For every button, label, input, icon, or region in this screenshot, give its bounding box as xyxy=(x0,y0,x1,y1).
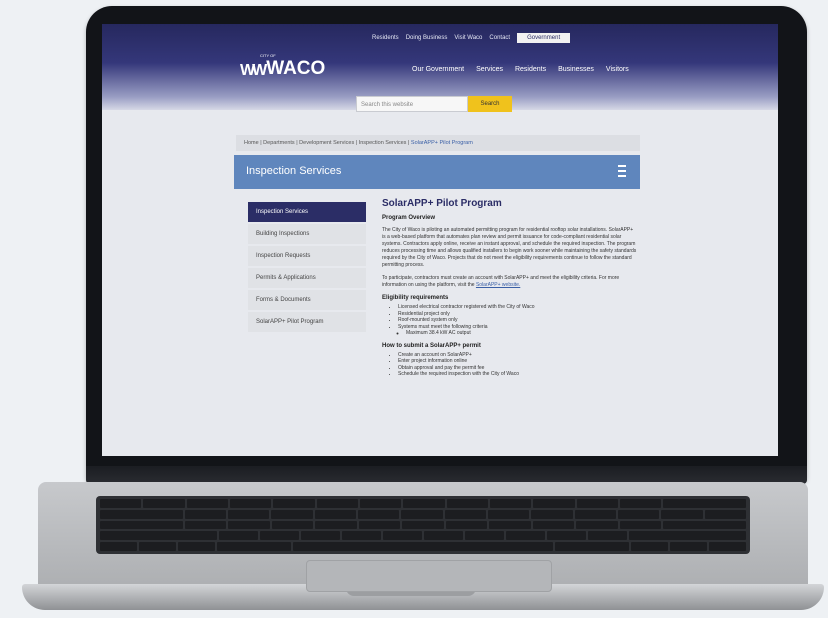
page-title: SolarAPP+ Pilot Program xyxy=(382,198,502,209)
list-item: Schedule the required inspection with th… xyxy=(398,371,638,378)
breadcrumb-item[interactable]: Departments xyxy=(263,140,295,146)
utility-nav: Residents Doing Business Visit Waco Cont… xyxy=(372,33,571,43)
sidebar: Inspection Services Building Inspections… xyxy=(248,202,366,334)
utility-link[interactable]: Doing Business xyxy=(406,35,448,41)
keyboard xyxy=(96,496,750,554)
sidebar-item-solarapp[interactable]: SolarAPP+ Pilot Program xyxy=(248,312,366,332)
laptop-screen: Residents Doing Business Visit Waco Cont… xyxy=(102,24,778,456)
breadcrumb: Home | Departments | Development Service… xyxy=(236,135,640,151)
search-button[interactable]: Search xyxy=(468,96,512,112)
section-title: Inspection Services xyxy=(246,165,342,177)
sidebar-item-inspection-services[interactable]: Inspection Services xyxy=(248,202,366,222)
breadcrumb-item[interactable]: Development Services xyxy=(299,140,354,146)
sidebar-item-building-inspections[interactable]: Building Inspections xyxy=(248,224,366,244)
page-subtitle: Program Overview xyxy=(382,215,436,221)
steps-heading: How to submit a SolarAPP+ permit xyxy=(382,342,481,349)
utility-link[interactable]: Visit Waco xyxy=(454,35,482,41)
trackpad[interactable] xyxy=(306,560,552,592)
main-content: SolarAPP+ Pilot Program Program Overview… xyxy=(382,198,638,382)
sidebar-item-forms[interactable]: Forms & Documents xyxy=(248,290,366,310)
city-logo[interactable]: WW CITY OF WACO xyxy=(240,53,326,80)
nav-item[interactable]: Our Government xyxy=(412,66,464,73)
government-button[interactable]: Government xyxy=(517,33,571,43)
w-mark-icon: WW xyxy=(240,62,267,79)
breadcrumb-current: SolarAPP+ Pilot Program xyxy=(410,140,473,146)
nav-item[interactable]: Businesses xyxy=(558,66,594,73)
logo-text: WACO xyxy=(266,58,326,79)
list-subitem: Maximum 38.4 kW AC output xyxy=(406,330,638,337)
nav-item[interactable]: Services xyxy=(476,66,503,73)
nav-item[interactable]: Visitors xyxy=(606,66,629,73)
intro-paragraph: The City of Waco is piloting an automate… xyxy=(382,227,637,268)
eligibility-heading: Eligibility requirements xyxy=(382,295,449,301)
menu-icon[interactable] xyxy=(618,165,626,177)
utility-link[interactable]: Contact xyxy=(489,35,510,41)
breadcrumb-item[interactable]: Inspection Services xyxy=(359,140,407,146)
search-bar: Search this website Search xyxy=(356,96,512,112)
logo-city-of: CITY OF xyxy=(260,53,276,58)
solarapp-link[interactable]: SolarAPP+ website. xyxy=(476,282,520,288)
nav-item[interactable]: Residents xyxy=(515,66,546,73)
participation-paragraph: To participate, contractors must create … xyxy=(382,275,638,289)
breadcrumb-item[interactable]: Home xyxy=(244,140,259,146)
steps-list: Create an account on SolarAPP+ Enter pro… xyxy=(382,352,638,378)
eligibility-list: Licensed electrical contractor registere… xyxy=(382,304,638,337)
sidebar-item-permits[interactable]: Permits & Applications xyxy=(248,268,366,288)
utility-link[interactable]: Residents xyxy=(372,35,399,41)
sidebar-item-inspection-requests[interactable]: Inspection Requests xyxy=(248,246,366,266)
main-nav: Our Government Services Residents Busine… xyxy=(412,66,629,73)
section-banner: Inspection Services xyxy=(234,155,640,189)
site-header: Residents Doing Business Visit Waco Cont… xyxy=(102,24,778,112)
search-input[interactable]: Search this website xyxy=(356,96,468,112)
